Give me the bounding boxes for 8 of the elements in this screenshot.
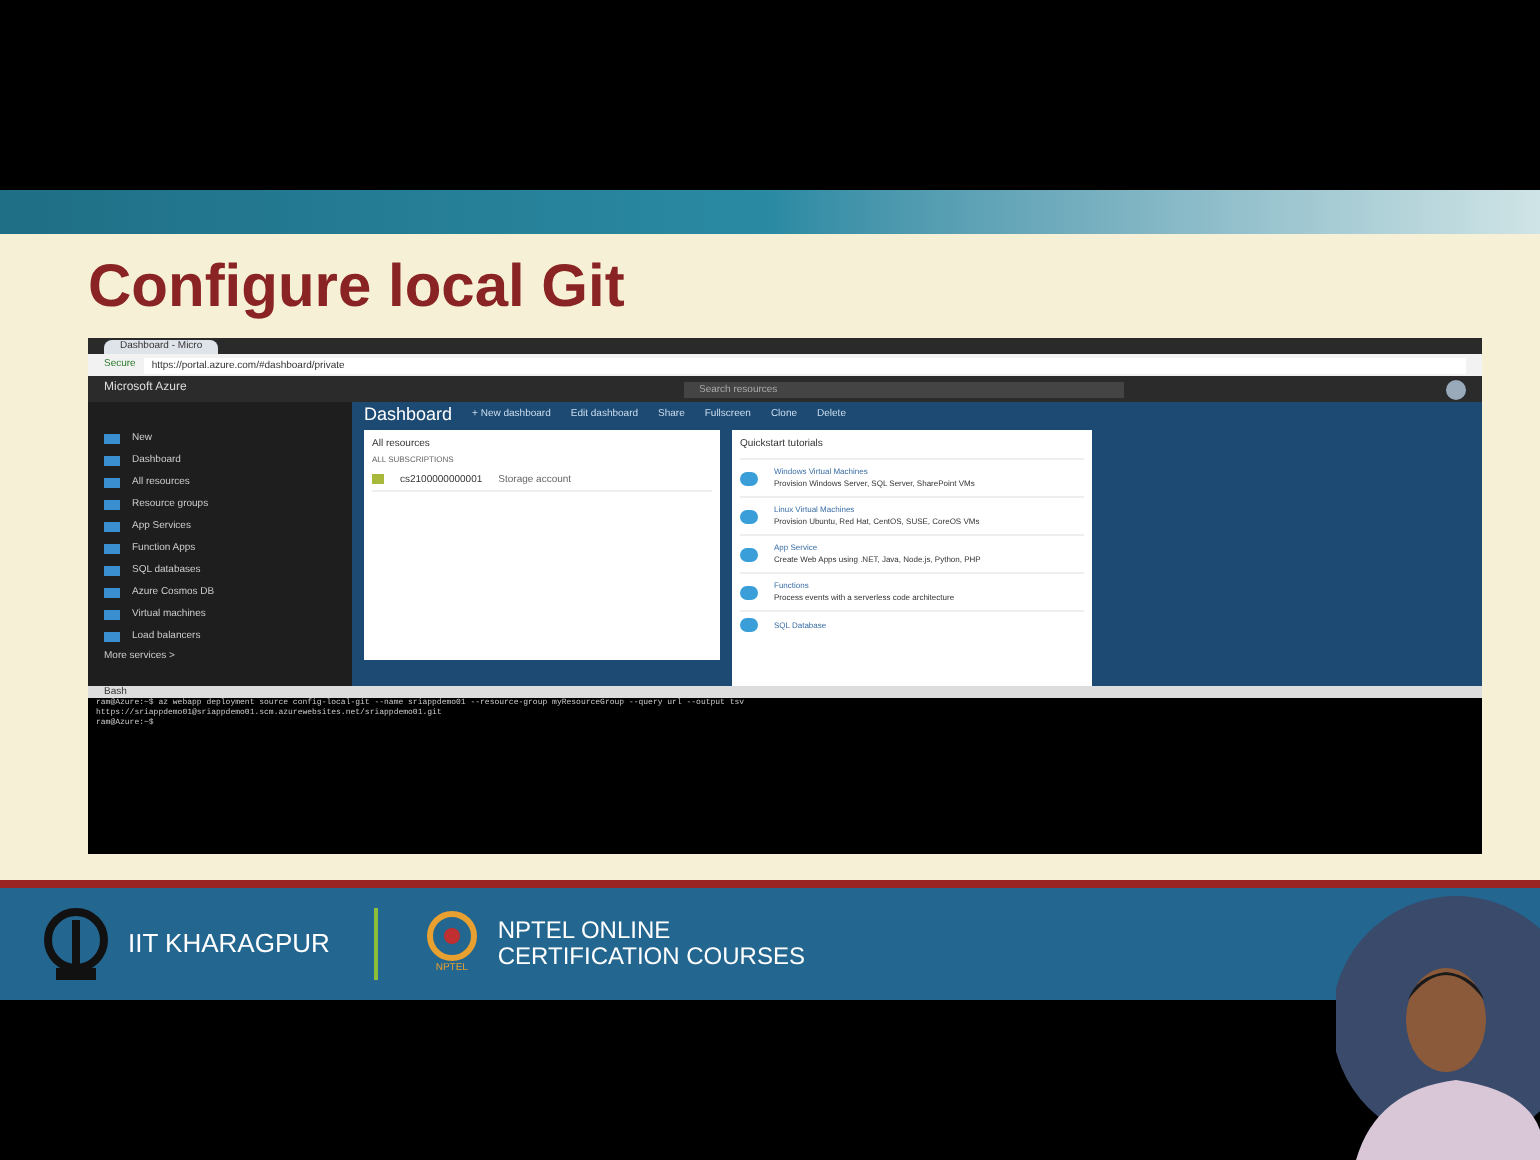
course-line: NPTEL ONLINE <box>497 918 673 944</box>
institute-name: IIT KHARAGPUR <box>128 926 330 963</box>
course-line: CERTIFICATION COURSES <box>497 944 805 970</box>
emblem-icon <box>40 904 112 984</box>
account-avatar[interactable] <box>1446 379 1466 399</box>
slide-title: Configure local Git <box>88 254 627 324</box>
dashboard-title: Dashboard <box>364 402 453 428</box>
nptel-logo-icon <box>421 910 482 963</box>
